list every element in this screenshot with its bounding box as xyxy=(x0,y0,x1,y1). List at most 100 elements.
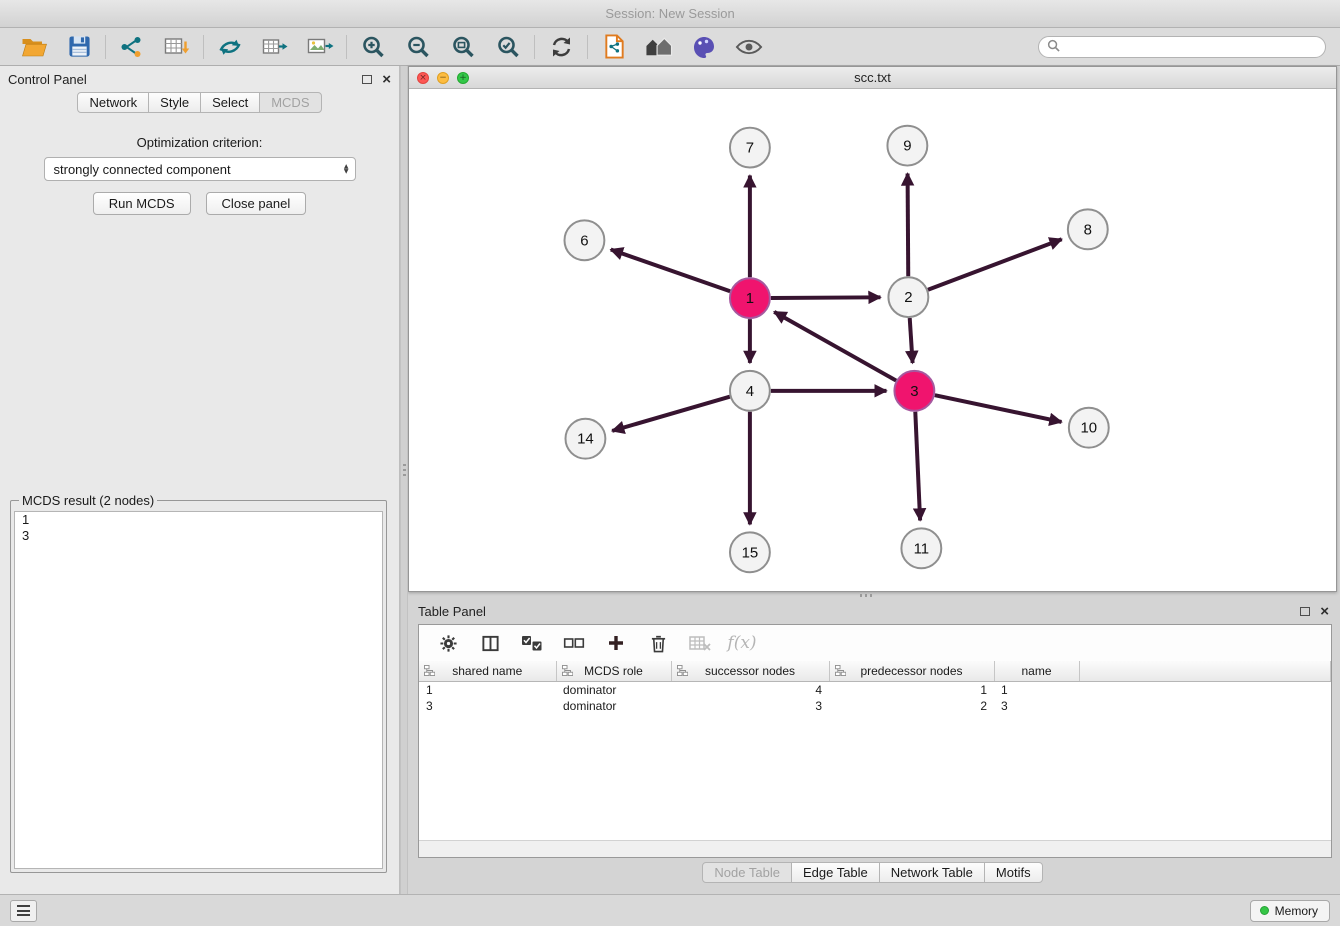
graph-node-4[interactable]: 4 xyxy=(730,371,770,411)
mcds-result-title: MCDS result (2 nodes) xyxy=(19,493,157,508)
graph-edge-2-9[interactable] xyxy=(908,174,909,277)
table-cell[interactable]: 4 xyxy=(671,681,829,698)
table-cell[interactable]: 2 xyxy=(829,698,994,714)
control-panel-title: Control Panel xyxy=(8,72,87,87)
table-row[interactable]: 3dominator323 xyxy=(419,698,1331,714)
table-horizontal-scrollbar[interactable] xyxy=(419,840,1331,857)
window-close-icon[interactable]: × xyxy=(417,72,429,84)
svg-text:14: 14 xyxy=(577,431,594,448)
memory-button[interactable]: Memory xyxy=(1250,900,1330,922)
home-network-icon[interactable] xyxy=(645,33,673,61)
table-cell[interactable]: 1 xyxy=(829,681,994,698)
table-cell[interactable]: 1 xyxy=(419,681,556,698)
import-network-icon[interactable] xyxy=(118,33,146,61)
tab-network[interactable]: Network xyxy=(77,92,149,113)
gear-icon[interactable] xyxy=(436,631,460,655)
mcds-result-text[interactable]: 1 3 xyxy=(14,511,383,869)
table-cell[interactable]: 3 xyxy=(671,698,829,714)
column-header-shared-name[interactable]: shared name xyxy=(419,661,556,681)
zoom-selected-icon[interactable] xyxy=(494,33,522,61)
graph-node-3[interactable]: 3 xyxy=(894,371,934,411)
trash-icon[interactable] xyxy=(646,631,670,655)
float-panel-icon[interactable] xyxy=(362,75,372,84)
table-row[interactable]: 1dominator411 xyxy=(419,681,1331,698)
table-cell[interactable]: 3 xyxy=(419,698,556,714)
graph-node-1[interactable]: 1 xyxy=(730,278,770,318)
zoom-in-icon[interactable] xyxy=(359,33,387,61)
table-export-icon[interactable] xyxy=(261,33,289,61)
graph-edge-3-11[interactable] xyxy=(915,412,920,521)
search-field[interactable] xyxy=(1038,36,1326,58)
network-window-title: scc.txt xyxy=(854,70,891,85)
search-input[interactable] xyxy=(1065,40,1317,54)
close-table-panel-icon[interactable]: × xyxy=(1320,604,1329,619)
zoom-fit-icon[interactable] xyxy=(449,33,477,61)
column-header-name[interactable]: name xyxy=(994,661,1079,681)
columns-icon[interactable] xyxy=(478,631,502,655)
graph-edge-2-3[interactable] xyxy=(910,318,913,363)
table-cell[interactable]: dominator xyxy=(556,698,671,714)
close-panel-icon[interactable]: × xyxy=(382,72,391,87)
style-document-icon[interactable] xyxy=(600,33,628,61)
graph-node-11[interactable]: 11 xyxy=(901,528,941,568)
select-all-icon[interactable] xyxy=(520,631,544,655)
graph-node-10[interactable]: 10 xyxy=(1069,408,1109,448)
column-header-predecessor-nodes[interactable]: predecessor nodes xyxy=(829,661,994,681)
table-cell[interactable]: dominator xyxy=(556,681,671,698)
tab-network-table[interactable]: Network Table xyxy=(879,862,985,883)
panel-splitter-vertical[interactable] xyxy=(400,66,408,894)
criterion-dropdown[interactable]: strongly connected component ▲▼ xyxy=(44,157,356,181)
image-export-icon[interactable] xyxy=(306,33,334,61)
palette-icon[interactable] xyxy=(690,33,718,61)
zoom-out-icon[interactable] xyxy=(404,33,432,61)
column-header-successor-nodes[interactable]: successor nodes xyxy=(671,661,829,681)
column-header-mcds-role[interactable]: MCDS role xyxy=(556,661,671,681)
svg-text:9: 9 xyxy=(903,138,911,155)
graph-edge-3-1[interactable] xyxy=(774,312,896,381)
graph-node-7[interactable]: 7 xyxy=(730,128,770,168)
search-icon xyxy=(1047,39,1060,55)
table-cell[interactable]: 3 xyxy=(994,698,1079,714)
network-canvas[interactable]: 7 9 6 8 1 2 4 3 14 10 15 11 xyxy=(409,89,1336,591)
graph-edge-4-14[interactable] xyxy=(612,397,730,431)
open-folder-icon[interactable] xyxy=(20,33,48,61)
graph-node-15[interactable]: 15 xyxy=(730,532,770,572)
tab-edge-table[interactable]: Edge Table xyxy=(791,862,880,883)
add-column-icon[interactable] xyxy=(604,631,628,655)
eye-icon[interactable] xyxy=(735,33,763,61)
tab-style[interactable]: Style xyxy=(148,92,201,113)
deselect-all-icon[interactable] xyxy=(562,631,586,655)
panel-splitter-horizontal[interactable] xyxy=(408,592,1337,598)
delete-table-icon xyxy=(688,631,712,655)
window-zoom-icon[interactable]: + xyxy=(457,72,469,84)
graph-node-9[interactable]: 9 xyxy=(887,126,927,166)
float-table-panel-icon[interactable] xyxy=(1300,607,1310,616)
graph-edge-3-10[interactable] xyxy=(935,395,1062,422)
tab-select[interactable]: Select xyxy=(200,92,260,113)
graph-node-14[interactable]: 14 xyxy=(565,419,605,459)
list-icon xyxy=(17,903,30,919)
graph-node-6[interactable]: 6 xyxy=(564,220,604,260)
table-empty-area xyxy=(419,714,1331,841)
tab-motifs[interactable]: Motifs xyxy=(984,862,1043,883)
tab-mcds[interactable]: MCDS xyxy=(259,92,321,113)
refresh-icon[interactable] xyxy=(547,33,575,61)
column-type-icon xyxy=(562,665,573,679)
graph-edge-1-2[interactable] xyxy=(771,297,881,298)
graph-node-8[interactable]: 8 xyxy=(1068,209,1108,249)
network-export-icon[interactable] xyxy=(216,33,244,61)
graph-edge-2-8[interactable] xyxy=(928,239,1062,290)
table-cell-filler xyxy=(1079,681,1331,698)
import-table-icon[interactable] xyxy=(163,33,191,61)
run-mcds-button[interactable]: Run MCDS xyxy=(93,192,191,215)
window-minimize-icon[interactable]: − xyxy=(437,72,449,84)
svg-text:15: 15 xyxy=(742,544,759,561)
tab-node-table[interactable]: Node Table xyxy=(702,862,792,883)
task-history-button[interactable] xyxy=(10,900,37,922)
graph-edge-1-6[interactable] xyxy=(611,250,730,292)
criterion-dropdown-value: strongly connected component xyxy=(54,162,344,177)
graph-node-2[interactable]: 2 xyxy=(888,277,928,317)
close-panel-button[interactable]: Close panel xyxy=(206,192,307,215)
save-icon[interactable] xyxy=(65,33,93,61)
table-cell[interactable]: 1 xyxy=(994,681,1079,698)
